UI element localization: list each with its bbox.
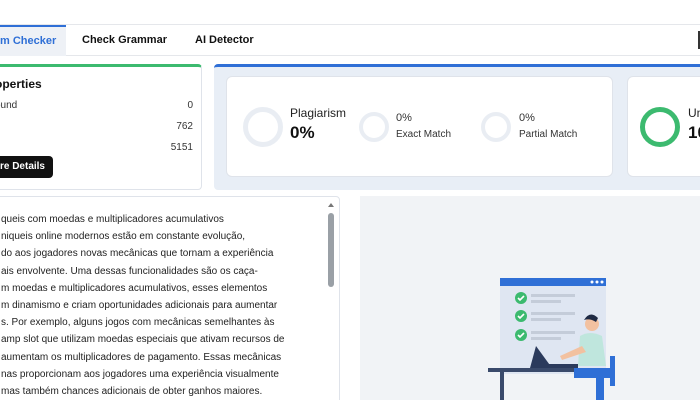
- tool-tabs: m Checker Check Grammar AI Detector: [0, 24, 700, 56]
- property-value: 762: [176, 121, 193, 132]
- exact-match-label: Exact Match: [396, 129, 452, 140]
- unique-stats-card: Un 10: [627, 76, 700, 177]
- text-line: aumentam os multiplicadores de pagamento…: [1, 351, 282, 363]
- text-line: ais envolvente. Uma dessas funcionalidad…: [1, 265, 258, 277]
- plagiarism-ring: [243, 107, 283, 147]
- properties-card: operties ound 0 762 s 5151 re Details: [0, 64, 202, 190]
- illustration-panel: [360, 196, 700, 400]
- document-text: queis com moedas e multiplicadores acumu…: [1, 211, 325, 400]
- tab-plagiarism-checker[interactable]: m Checker: [0, 25, 66, 56]
- scroll-up-arrow-icon[interactable]: [328, 203, 334, 207]
- more-details-button[interactable]: re Details: [0, 156, 53, 178]
- unique-label: Un: [688, 106, 700, 120]
- text-line: m moedas e multiplicadores acumulativos,…: [1, 282, 268, 294]
- unique-value: 10: [688, 123, 700, 142]
- property-key: ound: [0, 100, 18, 111]
- unique-ring: [640, 107, 680, 147]
- exact-match-value: 0%: [396, 112, 412, 124]
- plagiarism-stats-card: Plagiarism 0% 0% Exact Match 0% Partial …: [226, 76, 613, 177]
- text-line: niqueis online modernos estão em constan…: [1, 231, 246, 243]
- text-line: do aos jogadores novas mecânicas que tor…: [1, 248, 274, 260]
- tab-ai-detector[interactable]: AI Detector: [195, 25, 254, 56]
- plagiarism-value: 0%: [290, 123, 315, 142]
- text-line: queis com moedas e multiplicadores acumu…: [1, 214, 224, 225]
- tab-check-grammar[interactable]: Check Grammar: [82, 25, 167, 56]
- text-line: amp slot que utilizam moedas especiais q…: [1, 334, 285, 346]
- text-line: m dinamismo e criam oportunidades adicio…: [1, 300, 278, 312]
- properties-title: operties: [0, 77, 42, 91]
- exact-match-ring: [359, 112, 389, 142]
- scroll-thumb[interactable]: [328, 213, 334, 287]
- partial-match-value: 0%: [519, 112, 535, 124]
- document-text-panel[interactable]: queis com moedas e multiplicadores acumu…: [0, 196, 340, 400]
- partial-match-label: Partial Match: [519, 129, 578, 140]
- text-line: s. Por exemplo, alguns jogos com mecânic…: [1, 317, 275, 329]
- text-line: nas proporcionam aos jogadores uma exper…: [1, 368, 279, 380]
- property-value: 5151: [170, 142, 193, 153]
- text-line: mas também chances adicionais de obter g…: [1, 386, 263, 398]
- partial-match-ring: [481, 112, 511, 142]
- document-scrollbar[interactable]: [327, 203, 335, 400]
- plagiarism-label: Plagiarism: [290, 106, 347, 120]
- person-at-laptop-illustration: [488, 278, 615, 400]
- property-value: 0: [187, 100, 193, 111]
